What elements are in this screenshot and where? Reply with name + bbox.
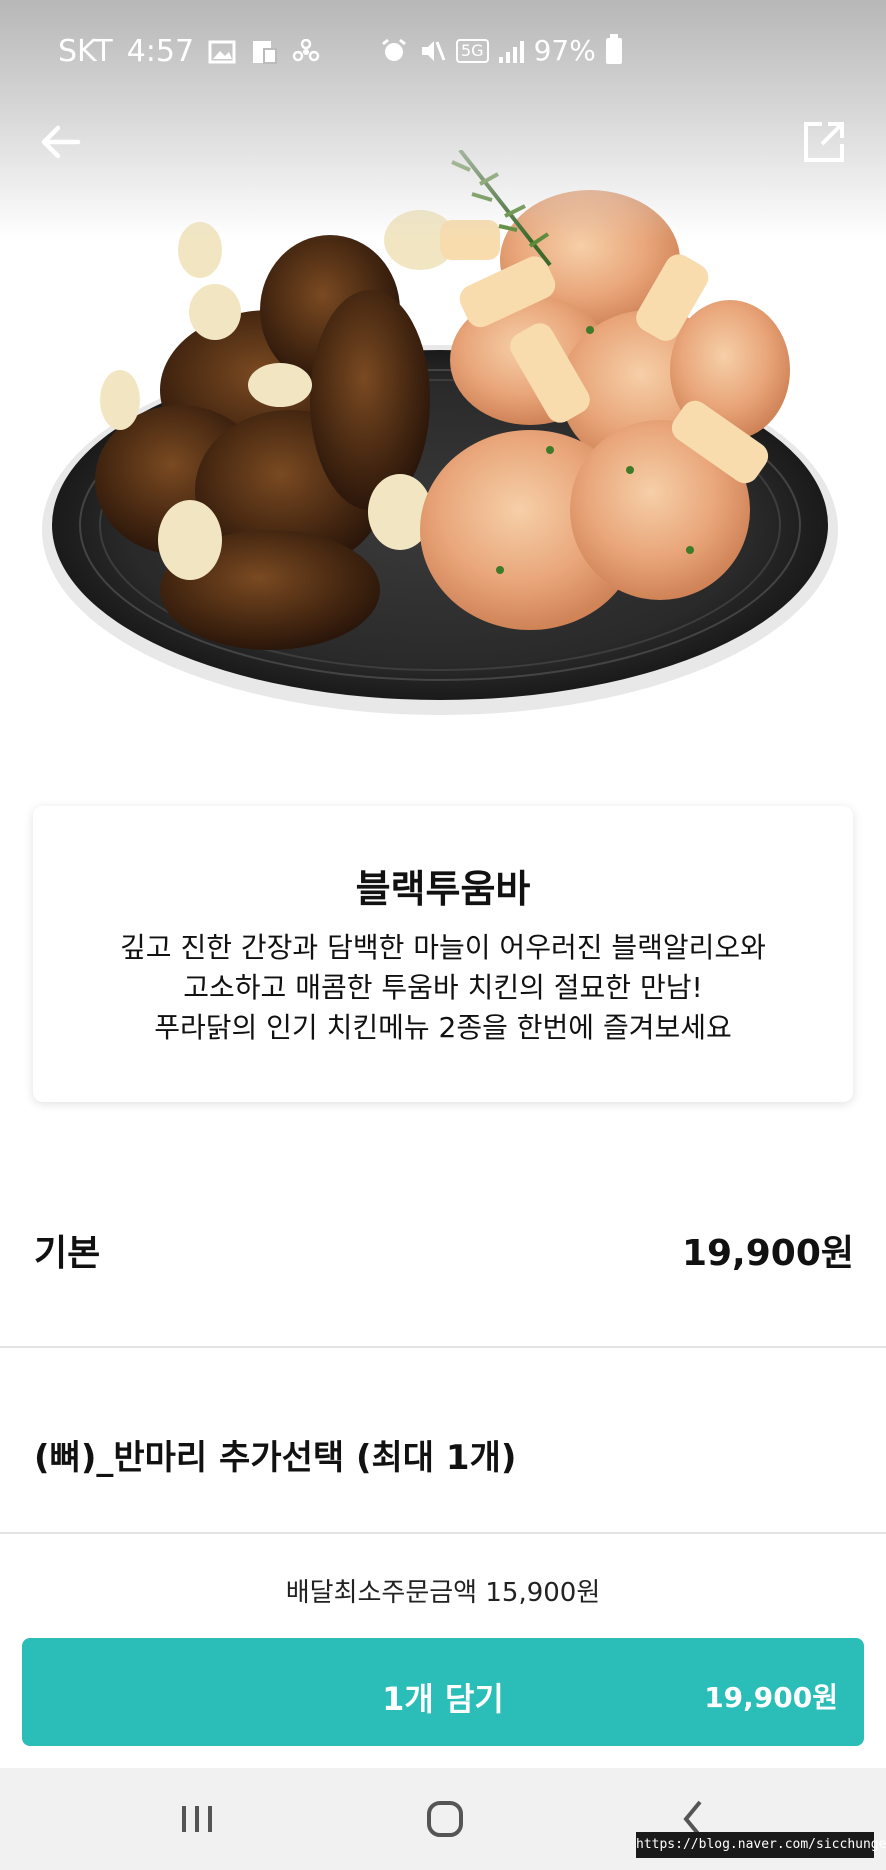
status-right: 5G 97% xyxy=(380,33,622,67)
description-line-2: 고소하고 매콤한 투움바 치킨의 절묘한 만남! xyxy=(183,971,703,1004)
min-order-amount: 배달최소주문금액 15,900원 xyxy=(285,1578,601,1608)
status-left: SKT 4:57 xyxy=(58,34,320,69)
base-price-row: 기본 19,900원 xyxy=(0,1190,886,1300)
option-group-label: (뼈)_반마리 추가선택 (최대 1개) xyxy=(34,1438,517,1478)
time-label: 4:57 xyxy=(126,34,195,69)
gallery-icon xyxy=(208,40,236,63)
divider xyxy=(0,1532,886,1534)
add-to-cart-button[interactable]: 1개 담기 19,900원 xyxy=(22,1638,864,1746)
battery-icon xyxy=(605,33,622,64)
carrier-label: SKT xyxy=(58,34,113,69)
status-bar: SKT 4:57 5G 97% xyxy=(0,0,886,110)
battery-label: 97% xyxy=(533,34,596,67)
alarm-icon xyxy=(382,38,406,61)
menu-description: 깊고 진한 간장과 담백한 마늘이 어우러진 블랙알리오와 고소하고 매콤한 투… xyxy=(33,928,853,1048)
menu-info-card: 블랙투움바 깊고 진한 간장과 담백한 마늘이 어우러진 블랙알리오와 고소하고… xyxy=(33,806,853,1102)
fan-icon xyxy=(292,38,320,61)
mute-icon xyxy=(422,40,446,61)
recent-apps-icon[interactable] xyxy=(162,1792,232,1846)
home-icon[interactable] xyxy=(410,1792,480,1846)
hero-section: SKT 4:57 5G 97% xyxy=(0,0,886,780)
share-icon[interactable] xyxy=(800,118,848,166)
description-line-3: 푸라닭의 인기 치킨메뉴 2종을 한번에 즐겨보세요 xyxy=(154,1011,732,1044)
add-to-cart-price: 19,900원 xyxy=(704,1681,838,1714)
option-group-half-chicken[interactable]: (뼈)_반마리 추가선택 (최대 1개) xyxy=(0,1350,886,1480)
base-price-value: 19,900원 xyxy=(681,1233,854,1274)
network-label: 5G xyxy=(456,38,489,63)
back-arrow-icon[interactable] xyxy=(36,118,84,166)
blog-watermark: https://blog.naver.com/sicchungel xyxy=(636,1832,886,1858)
base-price-label: 기본 xyxy=(34,1233,101,1274)
screenshot-icon xyxy=(253,40,278,64)
menu-title: 블랙투움바 xyxy=(355,867,531,911)
description-line-1: 깊고 진한 간장과 담백한 마늘이 어우러진 블랙알리오와 xyxy=(120,931,766,964)
divider xyxy=(0,1346,886,1348)
signal-icon xyxy=(498,39,524,63)
